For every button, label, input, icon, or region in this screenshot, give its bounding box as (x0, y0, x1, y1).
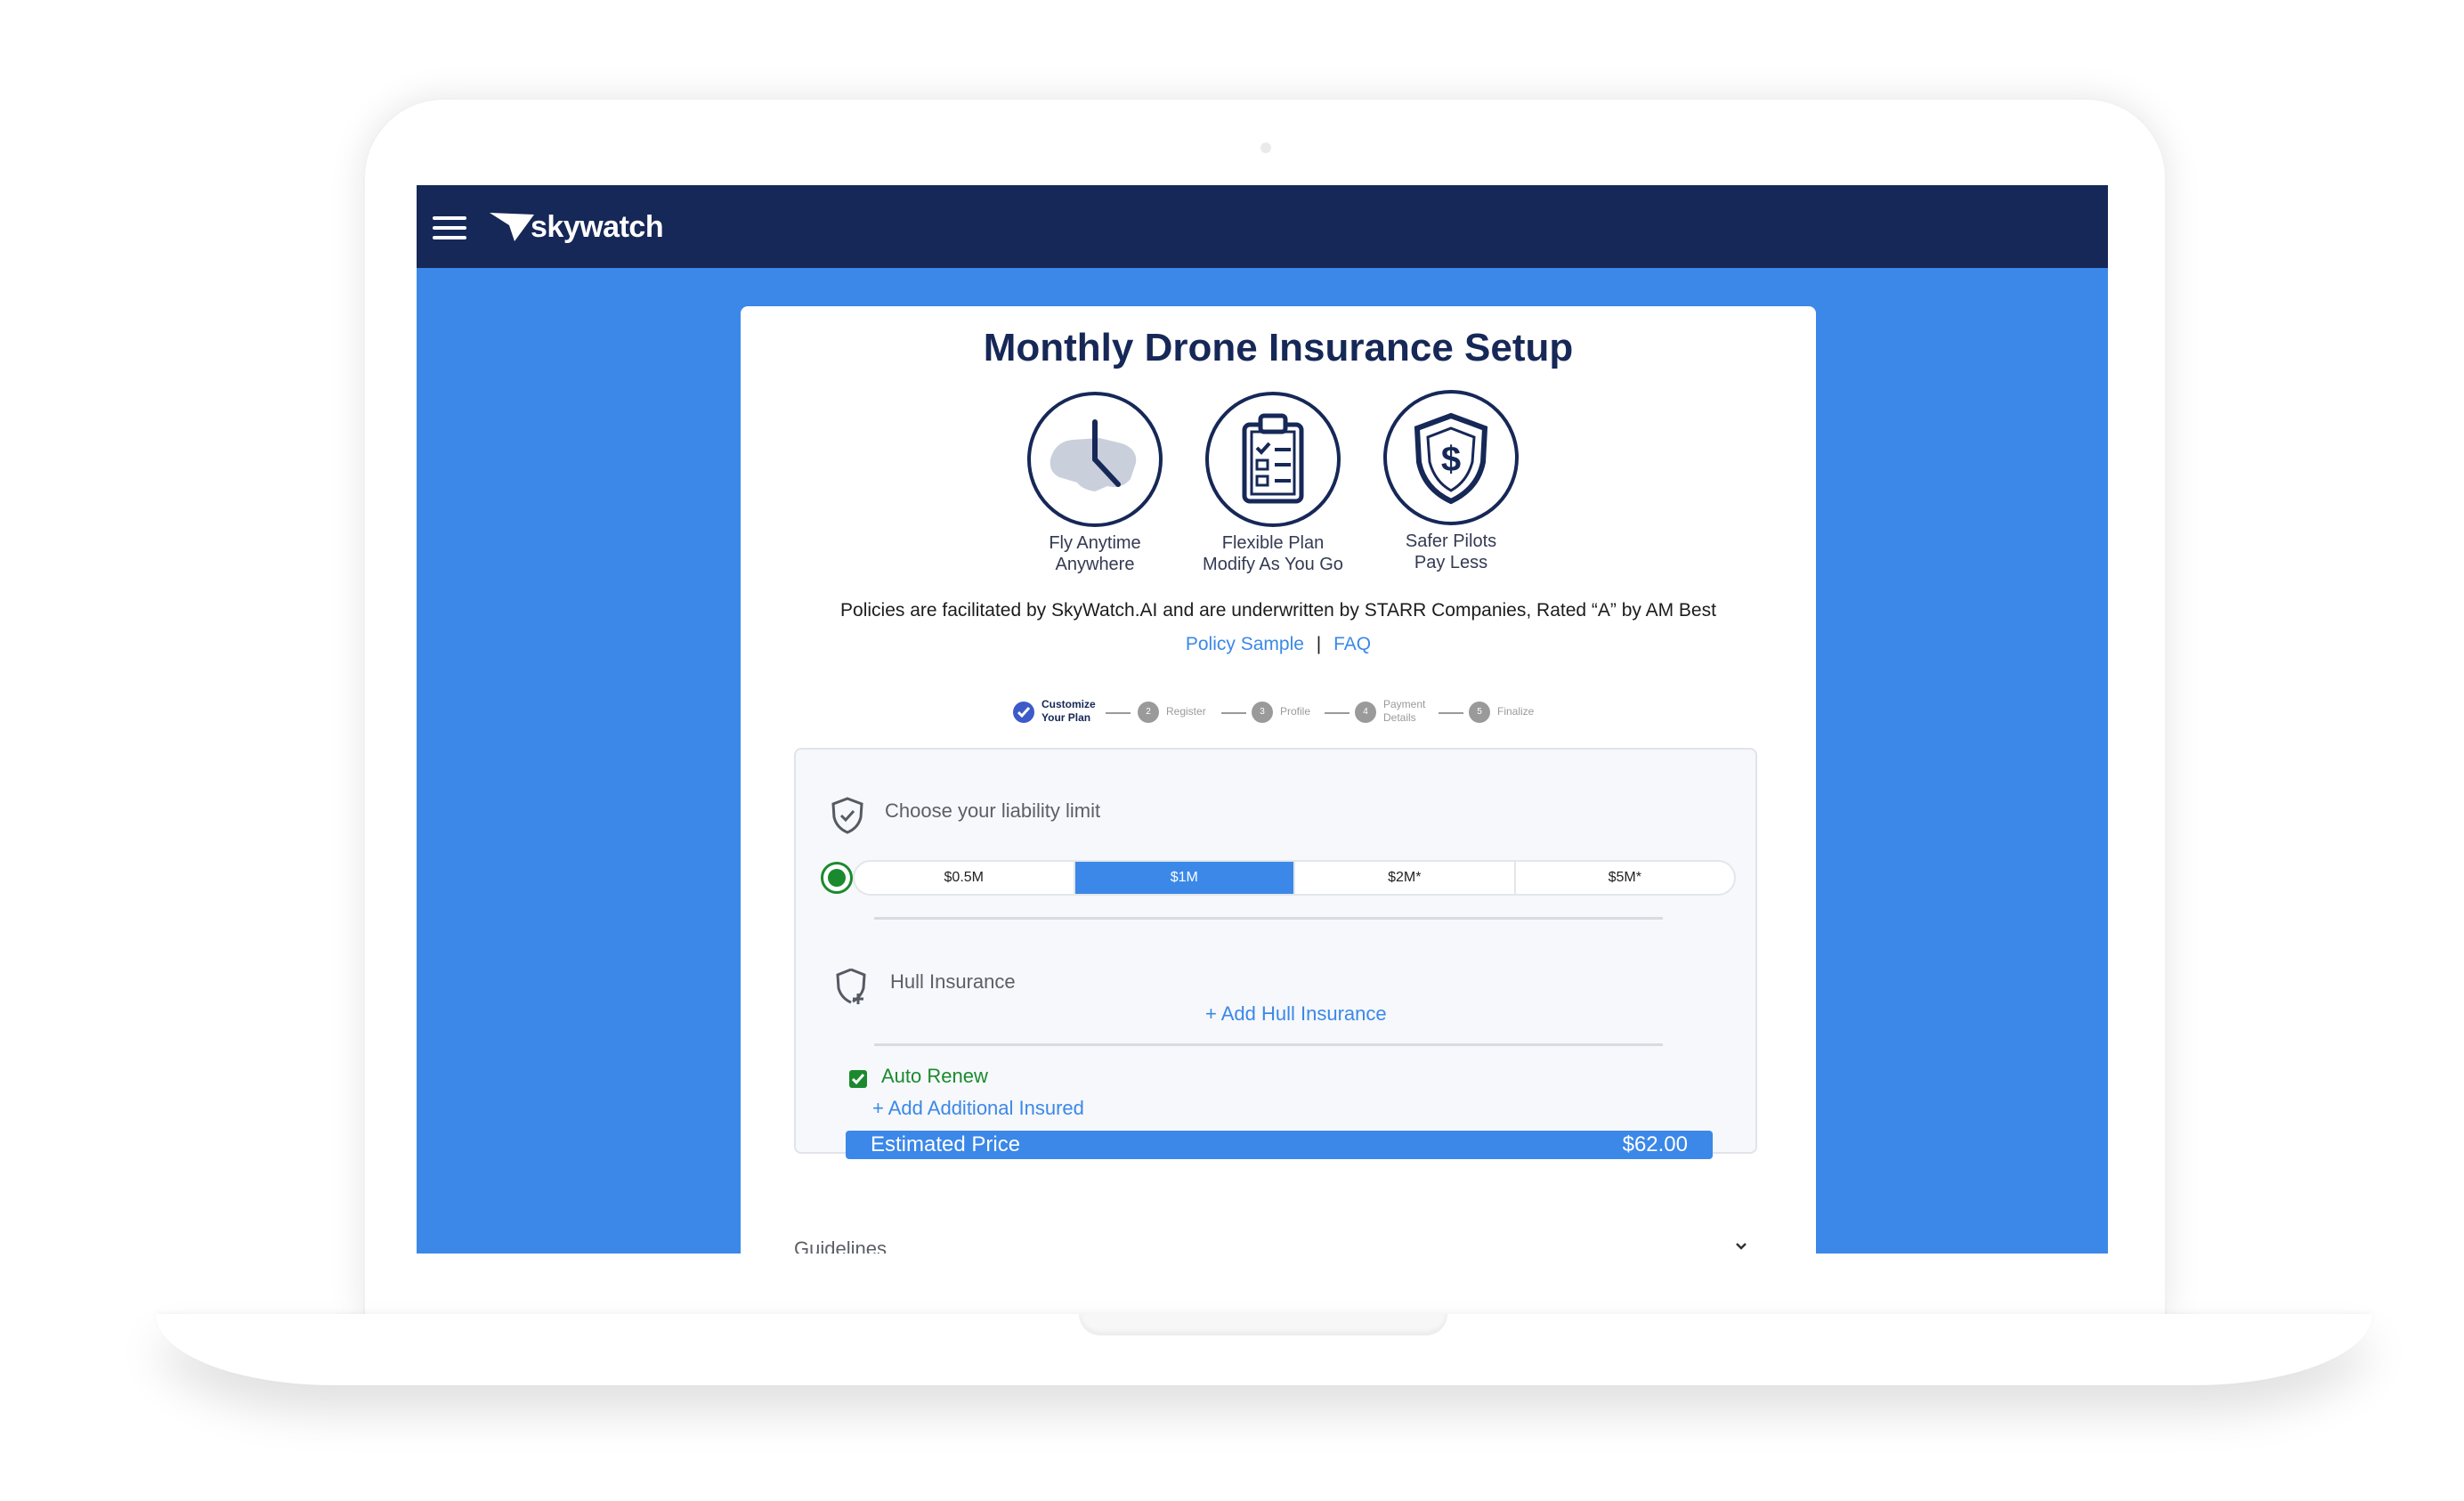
policy-description: Policies are facilitated by SkyWatch.AI … (840, 600, 1716, 621)
step-2-dot[interactable]: 2 (1138, 702, 1159, 723)
step-2-label: Register (1166, 705, 1206, 718)
feature-circle: $ (1383, 390, 1519, 525)
step-1-check-icon[interactable] (1013, 702, 1034, 723)
feature-line2: Modify As You Go (1203, 555, 1343, 574)
feature-flexible-plan: Flexible Plan Modify As You Go (1184, 392, 1362, 575)
liability-option-0-5m[interactable]: $0.5M (855, 862, 1075, 894)
feature-line1: Flexible Plan (1221, 533, 1325, 553)
section-divider (874, 917, 1663, 920)
step-connector (1439, 712, 1463, 714)
step-connector (1325, 712, 1350, 714)
page-title: Monthly Drone Insurance Setup (983, 326, 1574, 369)
setup-card: Monthly Drone Insurance Setup Fly Anytim… (741, 306, 1816, 1254)
liability-option-2m[interactable]: $2M* (1295, 862, 1516, 894)
step-connector (1221, 712, 1246, 714)
logo-text: skywatch (531, 209, 664, 244)
liability-option-1m[interactable]: $1M (1074, 862, 1295, 894)
webcam (1260, 142, 1271, 153)
top-navbar: skywatch (417, 185, 2108, 268)
skywatch-logo-icon (490, 213, 534, 241)
chevron-down-icon[interactable] (1732, 1237, 1750, 1254)
skywatch-logo[interactable]: skywatch (490, 205, 664, 249)
estimated-price-value: $62.00 (1622, 1132, 1688, 1156)
screen: skywatch Monthly Drone Insurance Setup F… (417, 185, 2108, 1254)
add-hull-insurance-link[interactable]: + Add Hull Insurance (1205, 1002, 1387, 1026)
step-3-dot[interactable]: 3 (1252, 702, 1273, 723)
feature-line2: Pay Less (1414, 553, 1488, 572)
shield-plus-icon (836, 968, 866, 1004)
auto-renew-checkbox[interactable] (849, 1070, 867, 1088)
feature-line1: Fly Anytime (1049, 533, 1141, 553)
guidelines-label[interactable]: Guidelines (794, 1237, 887, 1254)
progress-stepper: Customize Your Plan 2 Register 3 Profile … (741, 693, 1816, 728)
policy-sample-link[interactable]: Policy Sample (1186, 634, 1304, 654)
hamburger-menu-icon[interactable] (433, 216, 466, 239)
feature-safer-pilots: $ Safer Pilots Pay Less (1362, 390, 1540, 573)
step-1-label: Customize Your Plan (1042, 698, 1096, 724)
add-additional-insured-link[interactable]: + Add Additional Insured (872, 1097, 1084, 1120)
svg-text:$: $ (1441, 440, 1461, 479)
faq-link[interactable]: FAQ (1333, 634, 1371, 654)
liability-radio[interactable] (821, 862, 853, 894)
step-4-dot[interactable]: 4 (1355, 702, 1376, 723)
step-4-label: Payment Details (1383, 698, 1426, 724)
step-5-label: Finalize (1497, 705, 1535, 718)
step-connector (1106, 712, 1131, 714)
hull-insurance-label: Hull Insurance (890, 970, 1016, 993)
estimated-price-label: Estimated Price (871, 1132, 1021, 1156)
step-3-label: Profile (1280, 705, 1311, 718)
step-5-dot[interactable]: 5 (1469, 702, 1490, 723)
feature-line1: Safer Pilots (1405, 531, 1497, 551)
feature-fly-anytime: Fly Anytime Anywhere (1006, 392, 1184, 575)
clipboard-checklist-icon (1242, 413, 1304, 504)
estimated-price-bar: Estimated Price $62.00 (846, 1131, 1713, 1159)
liability-limit-label: Choose your liability limit (885, 799, 1101, 822)
laptop-notch (1079, 1314, 1447, 1335)
shield-dollar-icon: $ (1414, 412, 1488, 505)
feature-circle (1027, 392, 1163, 527)
coverage-options-panel: Choose your liability limit $0.5M $1M $2… (794, 748, 1757, 1154)
liability-limit-selector: $0.5M $1M $2M* $5M* (853, 860, 1736, 896)
auto-renew-label: Auto Renew (881, 1065, 988, 1087)
shield-check-icon (831, 797, 863, 834)
section-divider (874, 1043, 1663, 1046)
liability-option-5m[interactable]: $5M* (1516, 862, 1735, 894)
policy-links: Policy Sample | FAQ (741, 634, 1816, 655)
feature-line2: Anywhere (1055, 555, 1135, 574)
clock-map-icon (1050, 419, 1137, 491)
feature-circle (1205, 392, 1341, 527)
links-separator: | (1316, 634, 1322, 654)
